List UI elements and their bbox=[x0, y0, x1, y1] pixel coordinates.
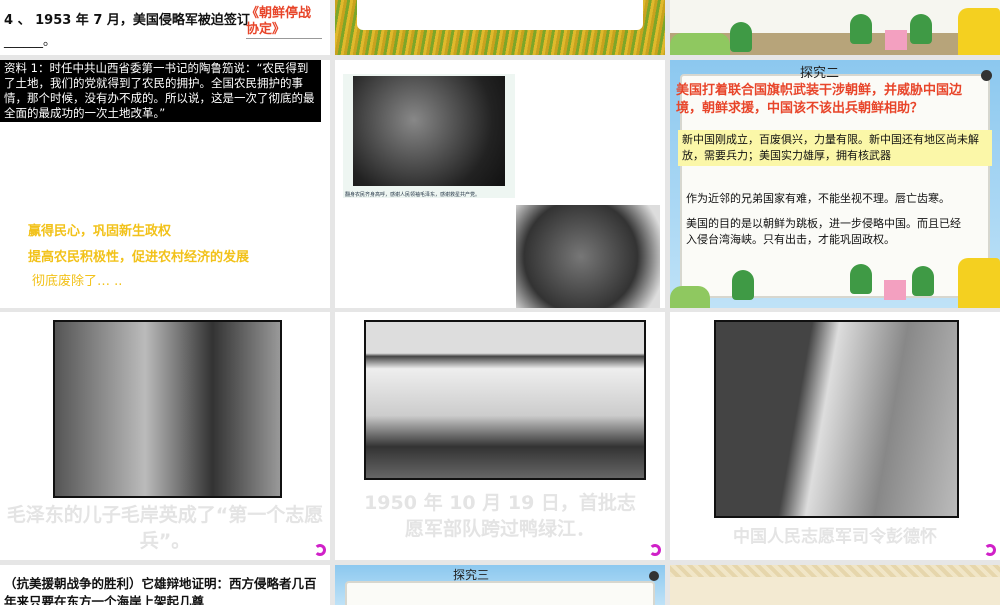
slide-thumbnail-10[interactable]: （抗美援朝战争的胜利）它雄辩地证明：西方侵略者几百年来只要在东方一个海岸上架起几… bbox=[0, 565, 330, 605]
gift-box-image bbox=[884, 280, 906, 300]
point-text: 赢得民心，巩固新生政权 bbox=[28, 224, 172, 239]
photo-caption: 翻身农民齐身高呼，感谢人民领袖毛泽东，感谢救星共产党。 bbox=[345, 192, 481, 198]
reason-text: 作为近邻的兄弟国家有难，不能坐视不理。唇亡齿寒。 bbox=[686, 192, 950, 205]
cartoon-kid-image bbox=[730, 22, 752, 52]
return-arrow-icon[interactable] bbox=[984, 544, 996, 556]
cartoon-kid-image bbox=[732, 270, 754, 300]
yalu-river-crossing-photo bbox=[364, 320, 646, 480]
material-text: 资料 1：时任中共山西省委第一书记的陶鲁笳说：“农民得到了土地，我们的党就得到了… bbox=[0, 60, 321, 122]
slide-thumbnail-6[interactable]: 探究二 美国打着联合国旗帜武装干涉朝鲜，并威胁中国边境，朝鲜求援，中国该不该出兵… bbox=[670, 60, 1000, 308]
flower-bush-image bbox=[670, 33, 730, 55]
slide-thumbnail-2[interactable] bbox=[335, 0, 665, 55]
sound-icon[interactable] bbox=[649, 571, 659, 581]
cartoon-kid-image bbox=[850, 264, 872, 294]
slide-thumbnail-1[interactable]: 4 、 1953 年 7 月，美国侵略军被迫签订 《朝鲜停战协定》 ______… bbox=[0, 0, 330, 55]
section-heading: 探究三 bbox=[453, 568, 490, 582]
cartoon-kid-image bbox=[912, 266, 934, 296]
slide-thumbnail-12[interactable] bbox=[670, 565, 1000, 605]
question-text: 美国打着联合国旗帜武装干涉朝鲜，并威胁中国边境，朝鲜求援，中国该不该出兵朝鲜相助… bbox=[676, 83, 963, 116]
point-text: 提高农民积极性，促进农村经济的发展 bbox=[28, 250, 250, 265]
slide-thumbnail-7[interactable]: 毛泽东的儿子毛岸英成了“第一个志愿兵”。 bbox=[0, 312, 330, 560]
land-reform-crowd-photo bbox=[353, 76, 505, 186]
cartoon-car-image bbox=[958, 8, 1000, 55]
return-arrow-icon[interactable] bbox=[314, 544, 326, 556]
question-text: 4 、 1953 年 7 月，美国侵略军被迫签订 bbox=[4, 13, 250, 28]
slide-thumbnail-4[interactable]: 资料 1：时任中共山西省委第一书记的陶鲁笳说：“农民得到了土地，我们的党就得到了… bbox=[0, 60, 330, 308]
slide-thumbnail-11[interactable]: 探究三 bbox=[335, 565, 665, 605]
slide-thumbnail-5[interactable]: 翻身农民齐身高呼，感谢人民领袖毛泽东，感谢救星共产党。 bbox=[335, 60, 665, 308]
slide-thumbnail-8[interactable]: 1950 年 10 月 19 日，首批志愿军部队跨过鸭绿江． bbox=[335, 312, 665, 560]
slide-caption: 毛泽东的儿子毛岸英成了“第一个志愿兵”。 bbox=[6, 504, 324, 552]
slide-thumbnail-9[interactable]: 中国人民志愿军司令彭德怀 bbox=[670, 312, 1000, 560]
reason-text: 新中国刚成立，百废俱兴，力量有限。新中国还有地区尚未解放，需要兵力；美国实力雄厚… bbox=[678, 130, 992, 166]
reason-text: 美国的目的是以朝鲜为跳板，进一步侵略中国。而且已经入侵台湾海峡。只有出击，才能巩… bbox=[686, 217, 961, 246]
slide-board bbox=[345, 581, 655, 605]
photo-frame: 翻身农民齐身高呼，感谢人民领袖毛泽东，感谢救星共产党。 bbox=[343, 74, 515, 198]
blank-line: ______。 bbox=[4, 34, 57, 49]
conclusion-text: （抗美援朝战争的胜利）它雄辩地证明：西方侵略者几百年来只要在东方一个海岸上架起几… bbox=[4, 576, 317, 605]
return-arrow-icon[interactable] bbox=[649, 544, 661, 556]
slide-thumbnail-3[interactable] bbox=[670, 0, 1000, 55]
answer-text: 《朝鲜停战协定》 bbox=[246, 6, 322, 39]
peng-dehuai-photo bbox=[714, 320, 959, 518]
point-text: 彻底废除了… .. bbox=[32, 274, 123, 289]
slide-caption: 1950 年 10 月 19 日，首批志愿军部队跨过鸭绿江． bbox=[364, 492, 636, 540]
section-heading: 探究二 bbox=[800, 66, 840, 81]
cartoon-car-image bbox=[958, 258, 1000, 308]
cartoon-kid-image bbox=[910, 14, 932, 44]
cartoon-kid-image bbox=[850, 14, 872, 44]
old-farmer-photo bbox=[516, 205, 660, 308]
mao-anying-photo bbox=[53, 320, 282, 498]
slide-content-area bbox=[357, 0, 643, 30]
slide-background bbox=[670, 577, 1000, 605]
flower-bush-image bbox=[670, 286, 710, 308]
gift-box-image bbox=[885, 30, 907, 50]
sound-icon[interactable] bbox=[981, 70, 992, 81]
slide-caption: 中国人民志愿军司令彭德怀 bbox=[733, 527, 937, 547]
